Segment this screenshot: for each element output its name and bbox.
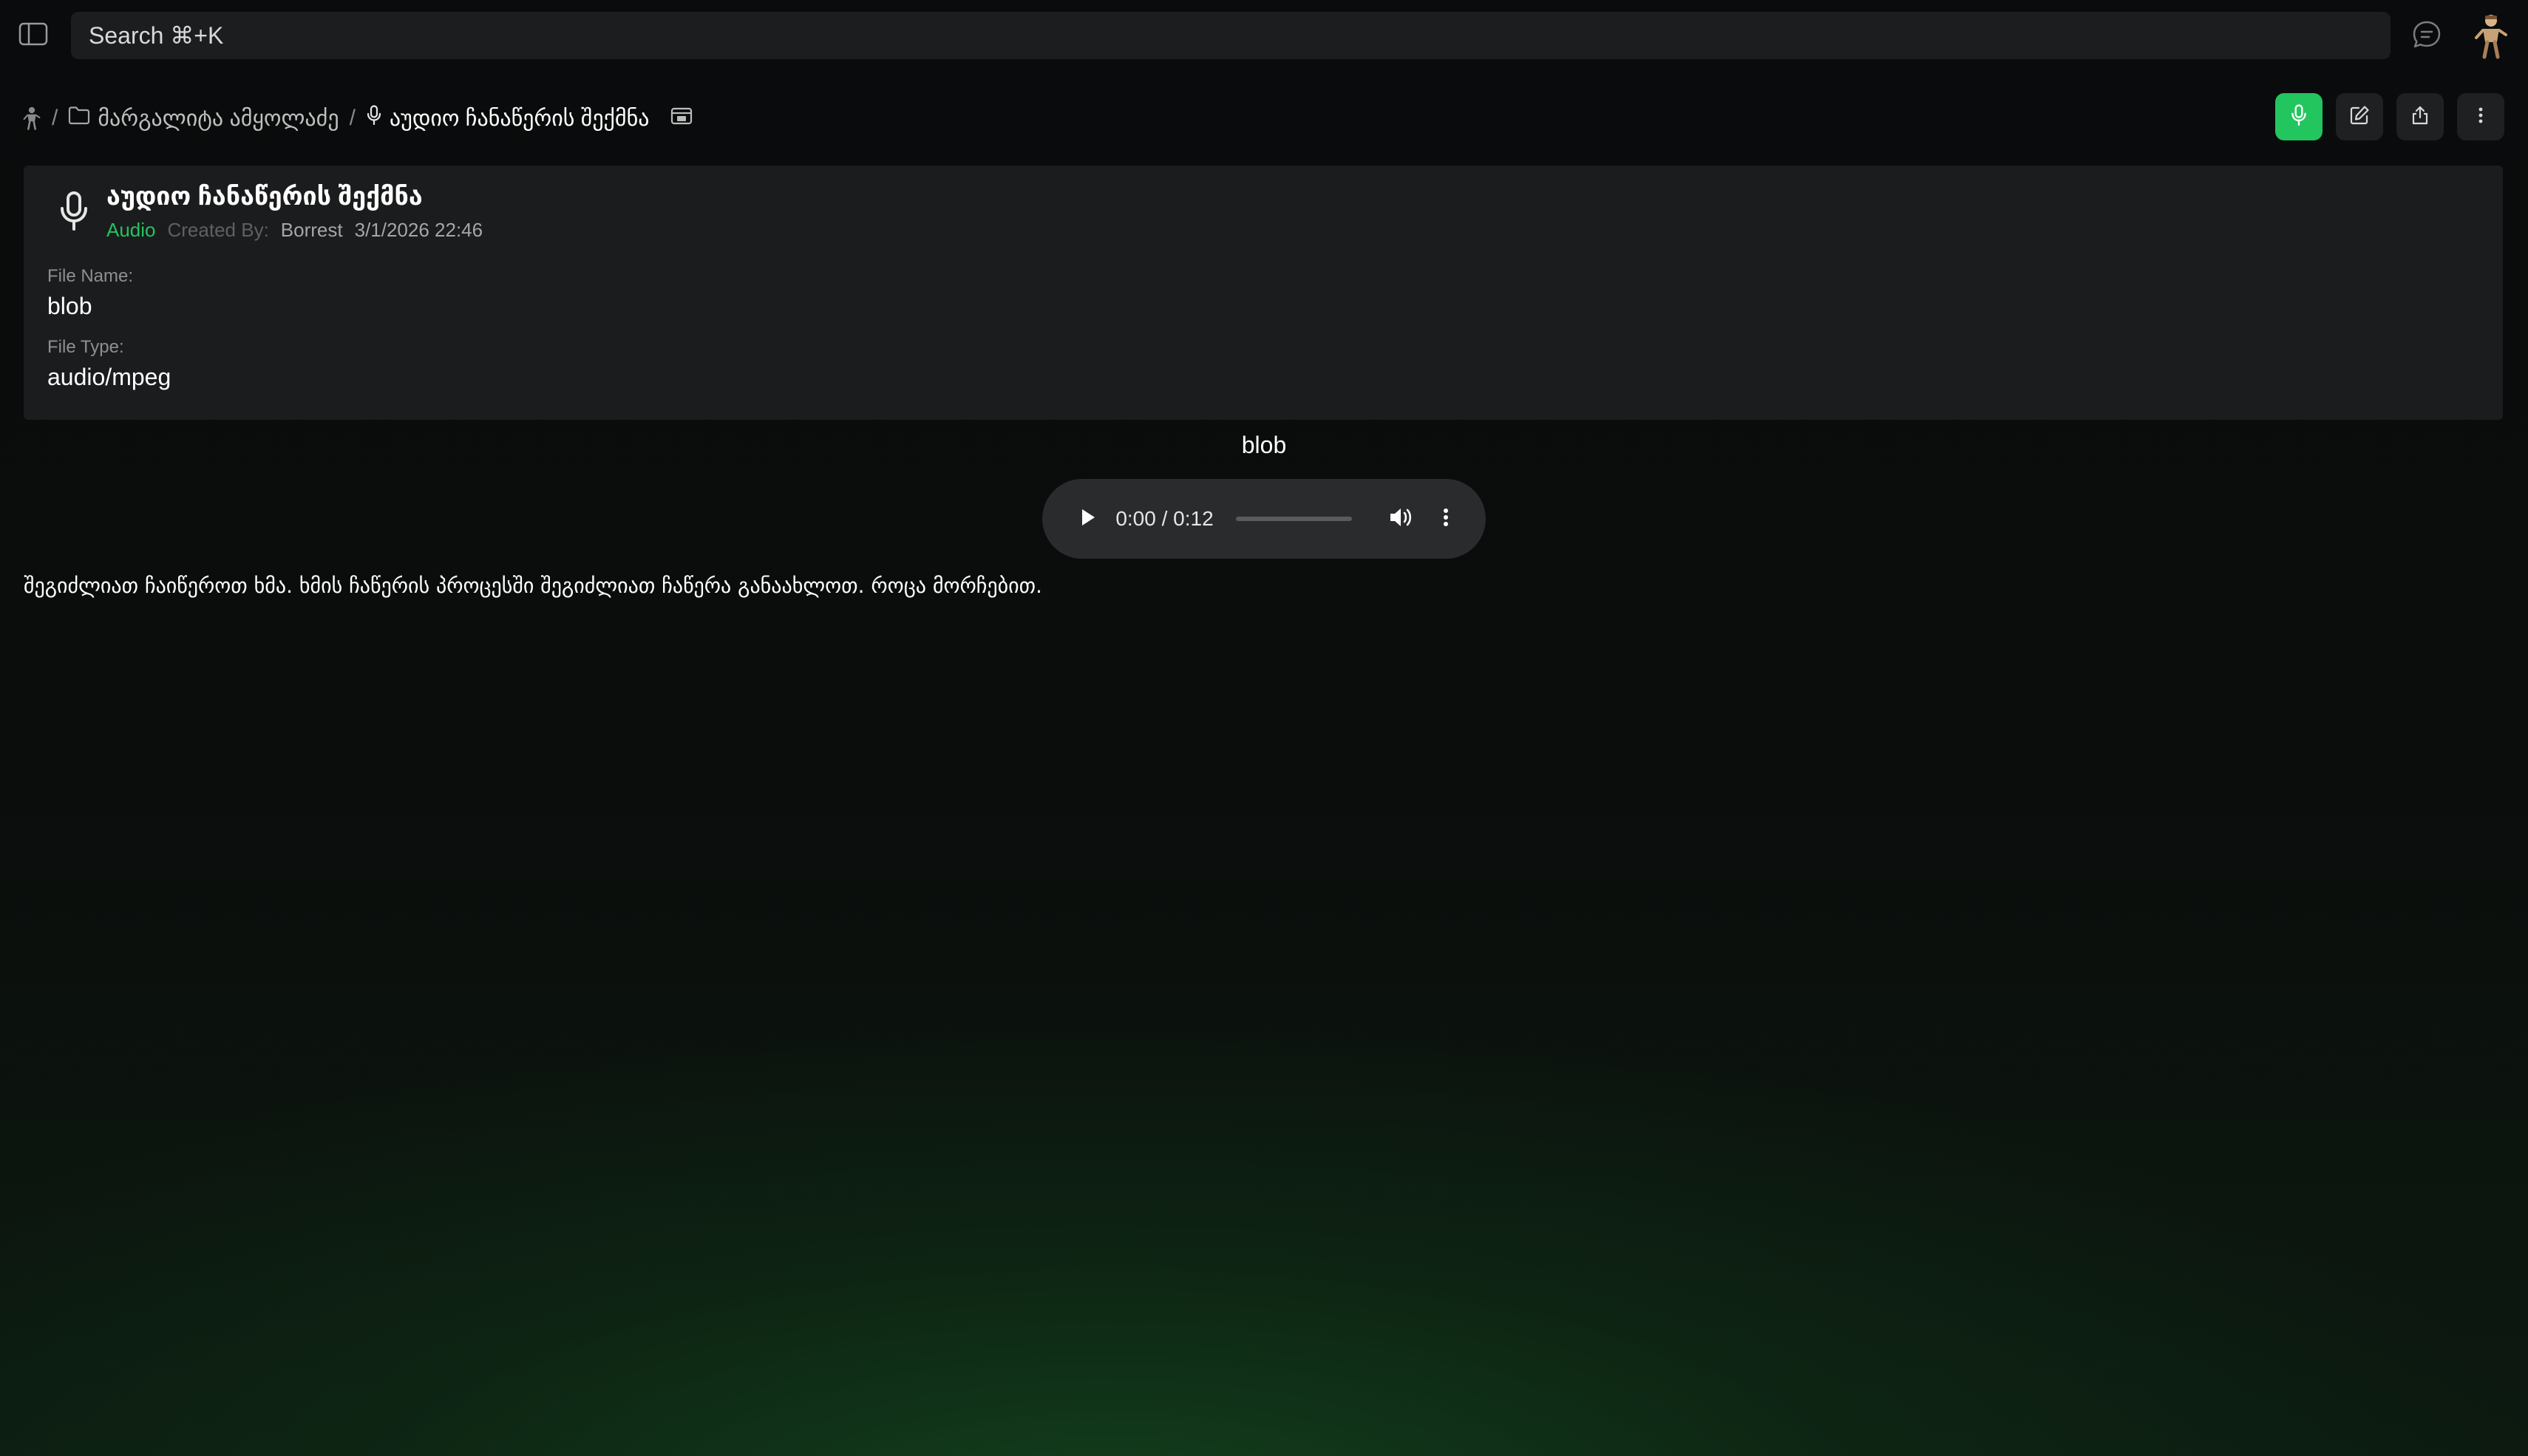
edit-button[interactable] xyxy=(2336,93,2383,140)
top-bar: Search ⌘+K xyxy=(0,0,2528,71)
type-badge: Audio xyxy=(106,219,156,241)
created-date: 3/1/2026 22:46 xyxy=(354,219,483,241)
page-actions xyxy=(2275,93,2504,140)
card-meta: Audio Created By: Borrest 3/1/2026 22:46 xyxy=(106,219,483,242)
chat-button[interactable] xyxy=(2410,19,2444,53)
microphone-icon xyxy=(366,105,382,132)
breadcrumb-current-label: აუდიო ჩანაწერის შექმნა xyxy=(389,106,650,131)
breadcrumb-current: აუდიო ჩანაწერის შექმნა xyxy=(366,105,650,132)
file-name-value: blob xyxy=(47,293,92,319)
player-title: blob xyxy=(1241,432,1287,458)
created-by-label: Created By: xyxy=(167,219,269,241)
breadcrumb-folder-label: მარგალიტა ამყოლაძე xyxy=(98,106,339,131)
search-input[interactable]: Search ⌘+K xyxy=(71,12,2391,59)
playback-time: 0:00 / 0:12 xyxy=(1115,507,1214,530)
microphone-icon xyxy=(2290,103,2308,130)
breadcrumb: / მარგალიტა ამყოლაძე / აუდიო ჩანაწერის შ… xyxy=(22,101,693,136)
record-audio-button[interactable] xyxy=(2275,93,2323,140)
file-type-value: audio/mpeg xyxy=(47,364,171,390)
app-root: Search ⌘+K / მარგალიტა ამყოლაძე / აუდიო … xyxy=(0,0,2528,1456)
share-button[interactable] xyxy=(2396,93,2444,140)
chat-icon xyxy=(2411,19,2442,54)
open-window-button[interactable] xyxy=(670,106,693,131)
microphone-icon xyxy=(53,186,95,237)
card-title: აუდიო ჩანაწერის შექმნა xyxy=(106,183,423,211)
breadcrumb-home[interactable] xyxy=(22,106,41,131)
share-icon xyxy=(2410,105,2430,129)
user-avatar[interactable] xyxy=(2472,12,2510,61)
breadcrumb-separator: / xyxy=(349,106,356,130)
audio-info-card: აუდიო ჩანაწერის შექმნა Audio Created By:… xyxy=(24,166,2503,420)
file-type-label: File Type: xyxy=(47,337,124,357)
search-placeholder: Search ⌘+K xyxy=(89,22,224,49)
edit-icon xyxy=(2349,105,2370,129)
file-name-label: File Name: xyxy=(47,266,134,286)
progress-slider[interactable] xyxy=(1235,517,1353,521)
audio-player: 0:00 / 0:12 xyxy=(1042,479,1486,559)
description-text: შეგიძლიათ ჩაიწეროთ ხმა. ხმის ჩაწერის პრო… xyxy=(24,574,1042,598)
breadcrumb-separator: / xyxy=(52,106,58,130)
volume-button[interactable] xyxy=(1384,503,1416,535)
more-vertical-icon xyxy=(1442,506,1450,532)
play-icon xyxy=(1080,508,1096,531)
home-avatar-icon xyxy=(23,106,41,130)
volume-icon xyxy=(1388,506,1413,532)
sidebar-toggle-button[interactable] xyxy=(18,21,49,50)
sidebar-toggle-icon xyxy=(18,22,48,50)
play-button[interactable] xyxy=(1072,503,1104,535)
folder-icon xyxy=(68,106,90,131)
player-more-button[interactable] xyxy=(1433,503,1459,535)
breadcrumb-folder[interactable]: მარგალიტა ამყოლაძე xyxy=(68,106,339,132)
window-icon xyxy=(670,106,693,131)
more-vertical-icon xyxy=(2477,105,2484,129)
author-name: Borrest xyxy=(280,219,343,241)
avatar-figure-icon xyxy=(2475,15,2507,59)
more-options-button[interactable] xyxy=(2457,93,2504,140)
